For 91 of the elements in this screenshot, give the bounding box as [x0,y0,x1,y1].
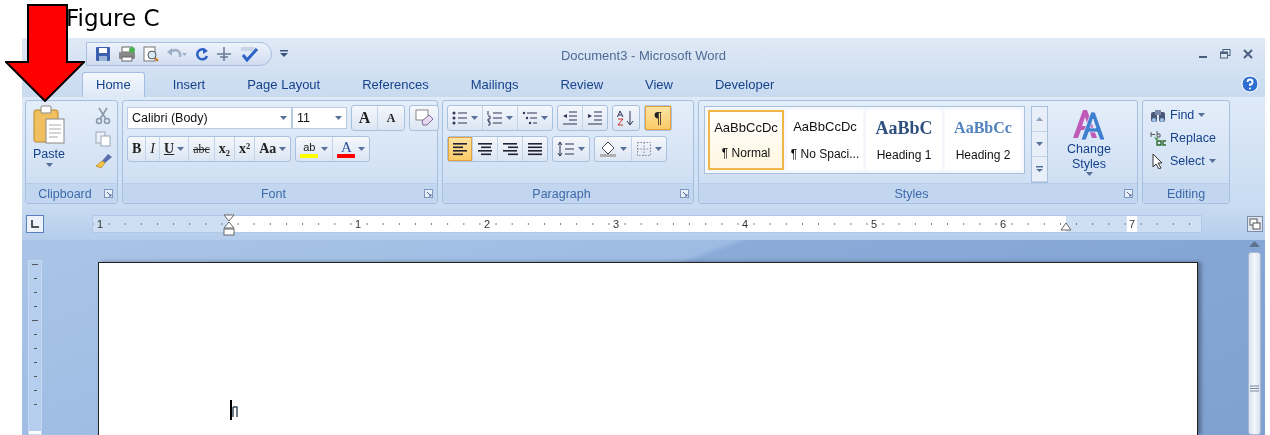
window-title: Document3 - Microsoft Word [560,48,727,63]
align-left-button[interactable] [448,137,473,161]
caret-icon [506,116,513,120]
ribbon-tab[interactable]: Page Layout [233,72,335,97]
clipboard-icon [32,105,66,145]
replace-button[interactable]: Replace [1147,128,1219,148]
print-preview-icon[interactable] [143,46,159,62]
caret-icon [280,116,287,120]
replace-letters-icon [1150,130,1166,146]
spelling-check-icon[interactable] [239,46,259,62]
italic-button[interactable]: I [146,137,160,161]
subscript-button[interactable]: x₂ [214,137,235,161]
left-tab-icon [31,219,39,228]
bullets-icon[interactable] [452,110,468,126]
ribbon-tab[interactable]: Insert [158,72,220,97]
find-button[interactable]: Find [1147,105,1219,125]
borders-icon[interactable] [636,141,652,157]
caret-icon [1085,172,1093,176]
close-icon[interactable] [1243,49,1253,59]
right-indent-marker-icon[interactable] [1060,221,1072,232]
grow-font-button[interactable]: A [352,106,378,130]
case-button[interactable]: Aa [255,137,291,161]
caret-icon [471,116,478,120]
print-icon[interactable] [118,46,136,62]
ribbon-tab[interactable]: References [348,72,443,97]
style-gallery-item[interactable]: AaBbC Heading 1 [866,110,942,170]
select-button[interactable]: Select [1147,151,1219,171]
scroll-down-icon[interactable] [1035,141,1044,147]
caret-icon [45,163,53,167]
restore-icon[interactable] [1220,49,1231,59]
font-color-button[interactable]: A [333,137,370,161]
decrease-indent-icon[interactable] [562,110,578,126]
dialog-launcher-icon[interactable] [680,189,689,198]
binoculars-icon [1150,107,1166,123]
show-formatting-marks-button[interactable]: ¶ [645,106,671,130]
group-label: Font [260,186,287,201]
change-styles-button[interactable]: Change Styles [1058,106,1120,183]
style-gallery-item[interactable]: AaBbCc Heading 2 [945,110,1021,170]
caret-icon [655,147,662,151]
dialog-launcher-icon[interactable] [424,189,433,198]
underline-button[interactable]: U [160,137,190,161]
group-label: Editing [1165,186,1207,201]
numbering-icon[interactable] [487,110,503,126]
dialog-launcher-icon[interactable] [104,189,113,198]
caret-icon [620,147,627,151]
ribbon-tab[interactable]: Mailings [456,72,533,97]
highlight-button[interactable]: ab [296,137,334,161]
align-justify-icon [527,142,543,156]
paint-bucket-icon[interactable] [599,141,617,157]
align-center-icon [477,142,493,156]
redo-icon[interactable] [195,47,209,61]
caret-icon [541,116,548,120]
ribbon-tab[interactable]: Developer [700,72,789,97]
bold-button[interactable]: B [128,137,147,161]
line-spacing-icon[interactable] [557,141,575,157]
font-size-field[interactable]: 11 [292,107,347,129]
view-ruler-icon[interactable] [1247,215,1263,232]
shrink-font-button[interactable]: A [378,106,404,130]
indent-marker-icon[interactable] [223,213,235,236]
align-left-icon [452,142,468,156]
caret-icon [578,147,585,151]
ribbon-tab[interactable]: Home [82,72,145,97]
group-label: Clipboard [37,186,93,201]
paste-button[interactable]: Paste [30,105,68,183]
multilevel-list-icon[interactable] [522,110,538,126]
caret-icon [321,147,329,151]
text-cursor-icon [229,399,239,421]
scrollbar-thumb[interactable] [1248,252,1261,435]
tab-selector-button[interactable] [26,214,44,233]
help-icon[interactable] [1241,74,1259,93]
caret-icon [358,147,366,151]
superscript-button[interactable]: x² [235,137,256,161]
dialog-launcher-icon[interactable] [1124,189,1133,198]
ribbon-tab[interactable]: Review [546,72,617,97]
caret-icon [335,116,342,120]
font-name-field[interactable]: Calibri (Body) [127,107,292,129]
group-label: Styles [893,186,930,201]
style-gallery-item[interactable]: AaBbCcDc ¶ No Spaci... [787,110,863,170]
style-gallery-item[interactable]: AaBbCcDc ¶ Normal [708,110,784,170]
group-label: Paragraph [531,186,592,201]
ribbon-tab[interactable]: View [631,72,687,97]
more-styles-icon[interactable] [1035,166,1044,172]
scissors-icon[interactable] [95,107,111,125]
save-icon[interactable] [95,46,111,62]
ruler-number: 7 [1126,215,1138,232]
figure-caption: Figure C [66,5,160,31]
align-right-icon [502,142,518,156]
paintbrush-icon[interactable] [95,153,113,169]
strikethrough-button[interactable]: abc [189,137,215,161]
grip-icon [1250,385,1259,392]
customize-toolbar-icon[interactable] [280,50,288,58]
